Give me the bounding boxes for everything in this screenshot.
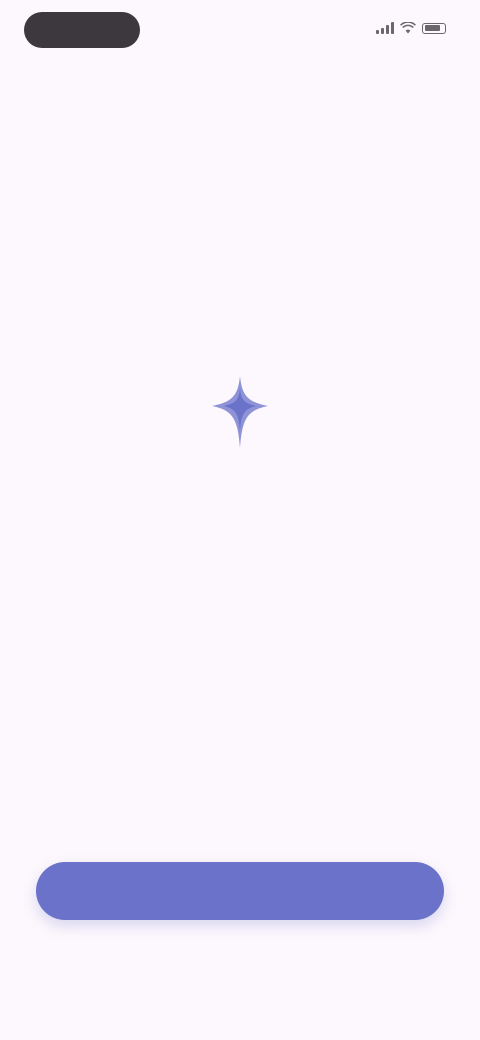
- status-icons: [376, 22, 446, 34]
- status-time-pill: [24, 12, 140, 48]
- hero-section: [0, 372, 480, 506]
- sparkle-icon: [200, 372, 280, 452]
- status-bar: [0, 0, 480, 64]
- wifi-icon: [400, 22, 416, 34]
- battery-icon: [422, 22, 446, 34]
- signal-icon: [376, 22, 394, 34]
- primary-button[interactable]: [36, 862, 444, 920]
